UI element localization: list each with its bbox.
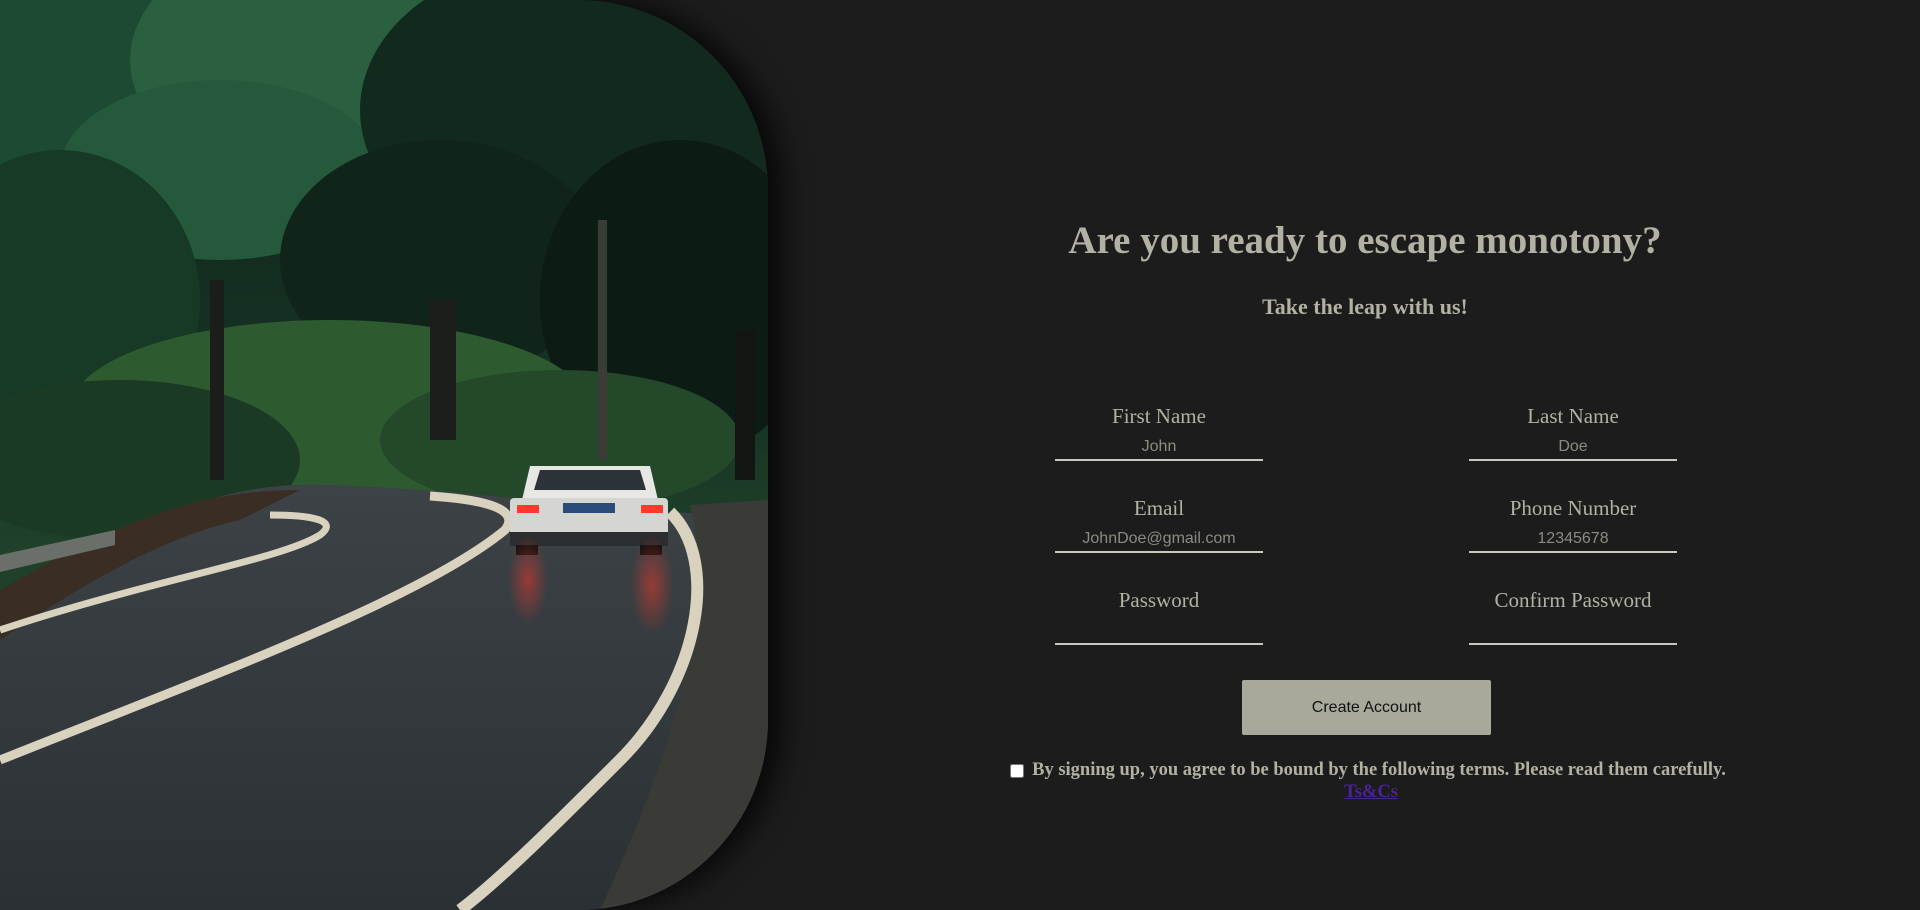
create-account-button[interactable]: Create Account (1242, 680, 1491, 735)
confirm-password-input[interactable] (1469, 619, 1677, 645)
password-input[interactable] (1055, 619, 1263, 645)
last-name-label: Last Name (1527, 404, 1619, 428)
phone-label: Phone Number (1509, 496, 1637, 520)
terms-text: By signing up, you agree to be bound by … (1032, 760, 1726, 780)
signup-section: Are you ready to escape monotony? Take t… (768, 0, 1920, 910)
email-field: Email (1055, 495, 1263, 553)
terms-checkbox[interactable] (1010, 763, 1025, 778)
terms-link[interactable]: Ts&Cs (1344, 782, 1398, 803)
first-name-input[interactable] (1055, 435, 1263, 461)
hero-image-panel (0, 0, 768, 910)
page-title: Are you ready to escape monotony? (1068, 219, 1662, 262)
password-field: Password (1055, 587, 1263, 645)
email-label: Email (1133, 496, 1185, 520)
last-name-field: Last Name (1469, 403, 1677, 461)
email-input[interactable] (1055, 527, 1263, 553)
phone-field: Phone Number (1469, 495, 1677, 553)
phone-input[interactable] (1469, 527, 1677, 553)
terms-section: By signing up, you agree to be bound by … (968, 760, 1768, 803)
page-subtitle: Take the leap with us! (1262, 294, 1468, 319)
password-label: Password (1118, 588, 1200, 612)
first-name-field: First Name (1055, 403, 1263, 461)
first-name-label: First Name (1112, 404, 1206, 428)
terms-row: By signing up, you agree to be bound by … (968, 760, 1768, 781)
forest-road-photo (0, 0, 768, 910)
last-name-input[interactable] (1469, 435, 1677, 461)
confirm-password-label: Confirm Password (1494, 588, 1652, 612)
confirm-password-field: Confirm Password (1469, 587, 1677, 645)
